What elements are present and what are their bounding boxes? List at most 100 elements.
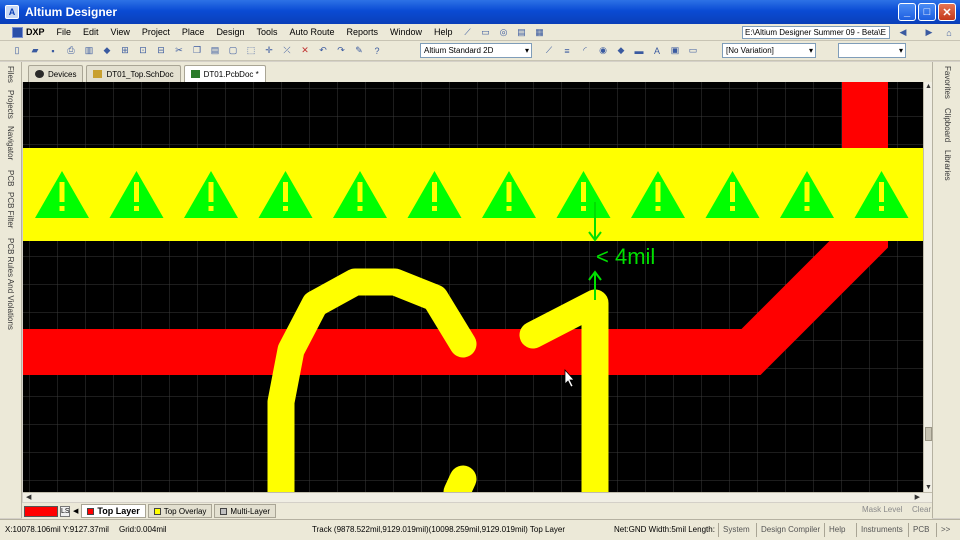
print-icon[interactable]: ⎙ bbox=[63, 43, 79, 58]
clear-button[interactable]: Clear bbox=[912, 505, 931, 514]
drc-warning-exclamation bbox=[357, 182, 363, 202]
help-button[interactable]: Help bbox=[824, 523, 849, 537]
open-icon[interactable]: ▰ bbox=[27, 43, 43, 58]
interactive-route-icon[interactable]: ⟋ bbox=[541, 43, 557, 58]
panel-tab-favorites[interactable]: Favorites bbox=[943, 66, 952, 99]
panel-tab-pcb-rules[interactable]: PCB Rules And Violations bbox=[6, 238, 15, 330]
layer-scroll-left-icon[interactable]: ◀ bbox=[73, 507, 78, 515]
project-path-field[interactable]: E:\Altium Designer Summer 09 - Beta\E bbox=[742, 26, 890, 39]
paste-icon[interactable]: ▤ bbox=[207, 43, 223, 58]
place-string-icon[interactable]: ▤ bbox=[514, 25, 530, 40]
menu-reports[interactable]: Reports bbox=[341, 27, 385, 37]
fill-icon[interactable]: ▬ bbox=[631, 43, 647, 58]
browse-icon[interactable]: ? bbox=[369, 43, 385, 58]
close-button[interactable]: ✕ bbox=[938, 3, 956, 21]
designator-c-stroke-bottom[interactable] bbox=[443, 465, 477, 492]
view-mode-select[interactable]: Altium Standard 2D bbox=[420, 43, 532, 58]
layer-tab-top-overlay[interactable]: Top Overlay bbox=[147, 504, 213, 518]
drc-warning-dot bbox=[655, 206, 661, 211]
design-compiler-button[interactable]: Design Compiler bbox=[756, 523, 824, 537]
top-overlay-band[interactable] bbox=[23, 148, 923, 241]
place-via-icon[interactable]: ◎ bbox=[496, 25, 512, 40]
diff-pair-icon[interactable]: ≡ bbox=[559, 43, 575, 58]
menu-file[interactable]: File bbox=[51, 27, 78, 37]
layer-tab-top-layer[interactable]: Top Layer bbox=[81, 504, 146, 518]
string-icon[interactable]: A bbox=[649, 43, 665, 58]
tab-devices[interactable]: Devices bbox=[28, 65, 84, 82]
menu-auto-route[interactable]: Auto Route bbox=[283, 27, 340, 37]
mask-level-button[interactable]: Mask Level bbox=[862, 505, 902, 514]
scroll-up-icon[interactable]: ▲ bbox=[925, 83, 932, 90]
print-preview-icon[interactable]: ▥ bbox=[81, 43, 97, 58]
vertical-scrollbar[interactable]: ▲ ▼ bbox=[923, 82, 932, 492]
redo-icon[interactable]: ↷ bbox=[333, 43, 349, 58]
arc-icon[interactable]: ◜ bbox=[577, 43, 593, 58]
menu-view[interactable]: View bbox=[105, 27, 136, 37]
panel-tab-pcb[interactable]: PCB bbox=[6, 170, 15, 186]
panel-tab-navigator[interactable]: Navigator bbox=[6, 126, 15, 160]
back-icon[interactable]: ◀ bbox=[895, 25, 911, 40]
menu-place[interactable]: Place bbox=[176, 27, 211, 37]
zoom-fit-icon[interactable]: ⊞ bbox=[117, 43, 133, 58]
variation-select[interactable]: [No Variation] bbox=[722, 43, 816, 58]
pcb-drawing[interactable]: < 4mil C1 bbox=[23, 82, 923, 492]
drc-warning-exclamation bbox=[283, 182, 288, 202]
pcb-canvas[interactable]: < 4mil C1 bbox=[23, 82, 923, 492]
menu-design[interactable]: Design bbox=[210, 27, 250, 37]
select-area-icon[interactable]: ⬚ bbox=[243, 43, 259, 58]
scroll-right-icon[interactable]: ▶ bbox=[915, 493, 920, 501]
menu-tools[interactable]: Tools bbox=[250, 27, 283, 37]
schematic-icon bbox=[93, 70, 103, 78]
room-icon[interactable]: ▭ bbox=[685, 43, 701, 58]
zoom-area-icon[interactable]: ⊡ bbox=[135, 43, 151, 58]
drc-warning-dot bbox=[59, 206, 65, 211]
selected-object-info: Track (9878.522mil,9129.019mil)(10098.25… bbox=[312, 525, 566, 534]
copy-icon[interactable]: ❐ bbox=[189, 43, 205, 58]
rubber-stamp-icon[interactable]: ▢ bbox=[225, 43, 241, 58]
tab-pcb[interactable]: DT01.PcbDoc * bbox=[183, 65, 266, 82]
home-icon[interactable]: ⌂ bbox=[941, 25, 957, 40]
pcb-button[interactable]: PCB bbox=[908, 523, 933, 537]
menu-edit[interactable]: Edit bbox=[77, 27, 105, 37]
zoom-selected-icon[interactable]: ⊟ bbox=[153, 43, 169, 58]
minimize-button[interactable]: _ bbox=[898, 3, 916, 21]
horizontal-scrollbar[interactable]: ◀ ▶ bbox=[23, 492, 932, 502]
current-layer-swatch[interactable] bbox=[24, 505, 58, 517]
clear-filter-icon[interactable]: ✕ bbox=[297, 43, 313, 58]
instruments-button[interactable]: Instruments bbox=[856, 523, 907, 537]
scroll-down-icon[interactable]: ▼ bbox=[925, 484, 932, 491]
system-button[interactable]: System bbox=[718, 523, 754, 537]
scroll-left-icon[interactable]: ◀ bbox=[26, 493, 31, 501]
new-icon[interactable]: ▯ bbox=[9, 43, 25, 58]
layer-tab-multi-layer[interactable]: Multi-Layer bbox=[214, 504, 276, 518]
forward-icon[interactable]: ▶ bbox=[921, 25, 937, 40]
panel-tab-pcb-filter[interactable]: PCB Filter bbox=[6, 192, 15, 228]
polygon-icon[interactable]: ◆ bbox=[613, 43, 629, 58]
panel-tab-clipboard[interactable]: Clipboard bbox=[943, 108, 952, 142]
save-icon[interactable]: ▪ bbox=[45, 43, 61, 58]
component-icon[interactable]: ▣ bbox=[667, 43, 683, 58]
menu-project[interactable]: Project bbox=[136, 27, 176, 37]
panel-tab-files[interactable]: Files bbox=[6, 66, 15, 83]
menu-window[interactable]: Window bbox=[384, 27, 428, 37]
cut-icon[interactable]: ✂ bbox=[171, 43, 187, 58]
layer-set-button[interactable]: LS bbox=[60, 505, 70, 517]
menu-help[interactable]: Help bbox=[428, 27, 459, 37]
maximize-button[interactable]: □ bbox=[918, 3, 936, 21]
tab-schematic[interactable]: DT01_Top.SchDoc bbox=[86, 65, 181, 82]
via-icon[interactable]: ◉ bbox=[595, 43, 611, 58]
more-button[interactable]: >> bbox=[936, 523, 954, 537]
panel-tab-projects[interactable]: Projects bbox=[6, 90, 15, 119]
place-pad-icon[interactable]: ▭ bbox=[478, 25, 494, 40]
panel-tab-libraries[interactable]: Libraries bbox=[943, 150, 952, 181]
menu-dxp[interactable]: DXP bbox=[6, 26, 51, 38]
route-icon[interactable]: ⟋ bbox=[460, 25, 476, 40]
grid-icon[interactable]: ▦ bbox=[532, 25, 548, 40]
cross-probe-icon[interactable]: ✎ bbox=[351, 43, 367, 58]
move-icon[interactable]: ✛ bbox=[261, 43, 277, 58]
blank-select[interactable] bbox=[838, 43, 906, 58]
deselect-icon[interactable]: ⤫ bbox=[279, 43, 295, 58]
3d-view-icon[interactable]: ◆ bbox=[99, 43, 115, 58]
vertical-scroll-thumb[interactable] bbox=[925, 427, 932, 441]
undo-icon[interactable]: ↶ bbox=[315, 43, 331, 58]
